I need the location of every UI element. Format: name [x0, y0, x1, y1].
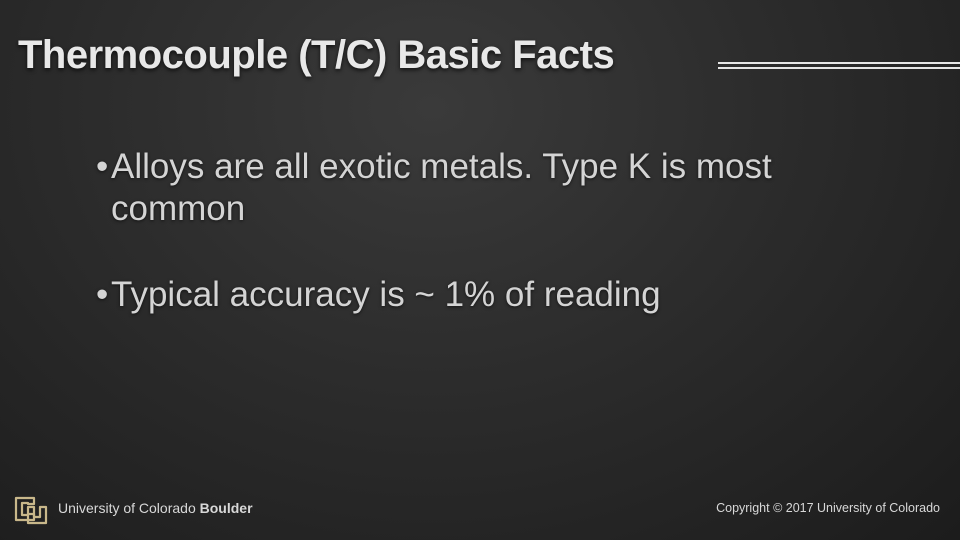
bullet-text: Alloys are all exotic metals. Type K is …	[111, 147, 772, 228]
bullet-list: • Alloys are all exotic metals. Type K i…	[96, 146, 856, 360]
slide-title: Thermocouple (T/C) Basic Facts	[18, 33, 615, 77]
bullet-text: Typical accuracy is ~ 1% of reading	[111, 275, 661, 314]
university-campus: Boulder	[199, 500, 253, 516]
title-rule-line-bottom	[718, 67, 960, 69]
bullet-dot: •	[96, 147, 109, 186]
slide: Thermocouple (T/C) Basic Facts • Alloys …	[0, 0, 960, 540]
university-name: University of Colorado Boulder	[58, 499, 253, 517]
bullet-dot: •	[96, 275, 109, 314]
copyright-notice: Copyright © 2017 University of Colorado	[716, 501, 940, 515]
bullet-item: • Typical accuracy is ~ 1% of reading	[96, 274, 856, 316]
bullet-item: • Alloys are all exotic metals. Type K i…	[96, 146, 856, 230]
cu-logo-icon	[14, 496, 48, 525]
title-rule-line-top	[718, 62, 960, 64]
university-prefix: University of Colorado	[58, 500, 196, 516]
title-double-rule	[718, 62, 960, 70]
